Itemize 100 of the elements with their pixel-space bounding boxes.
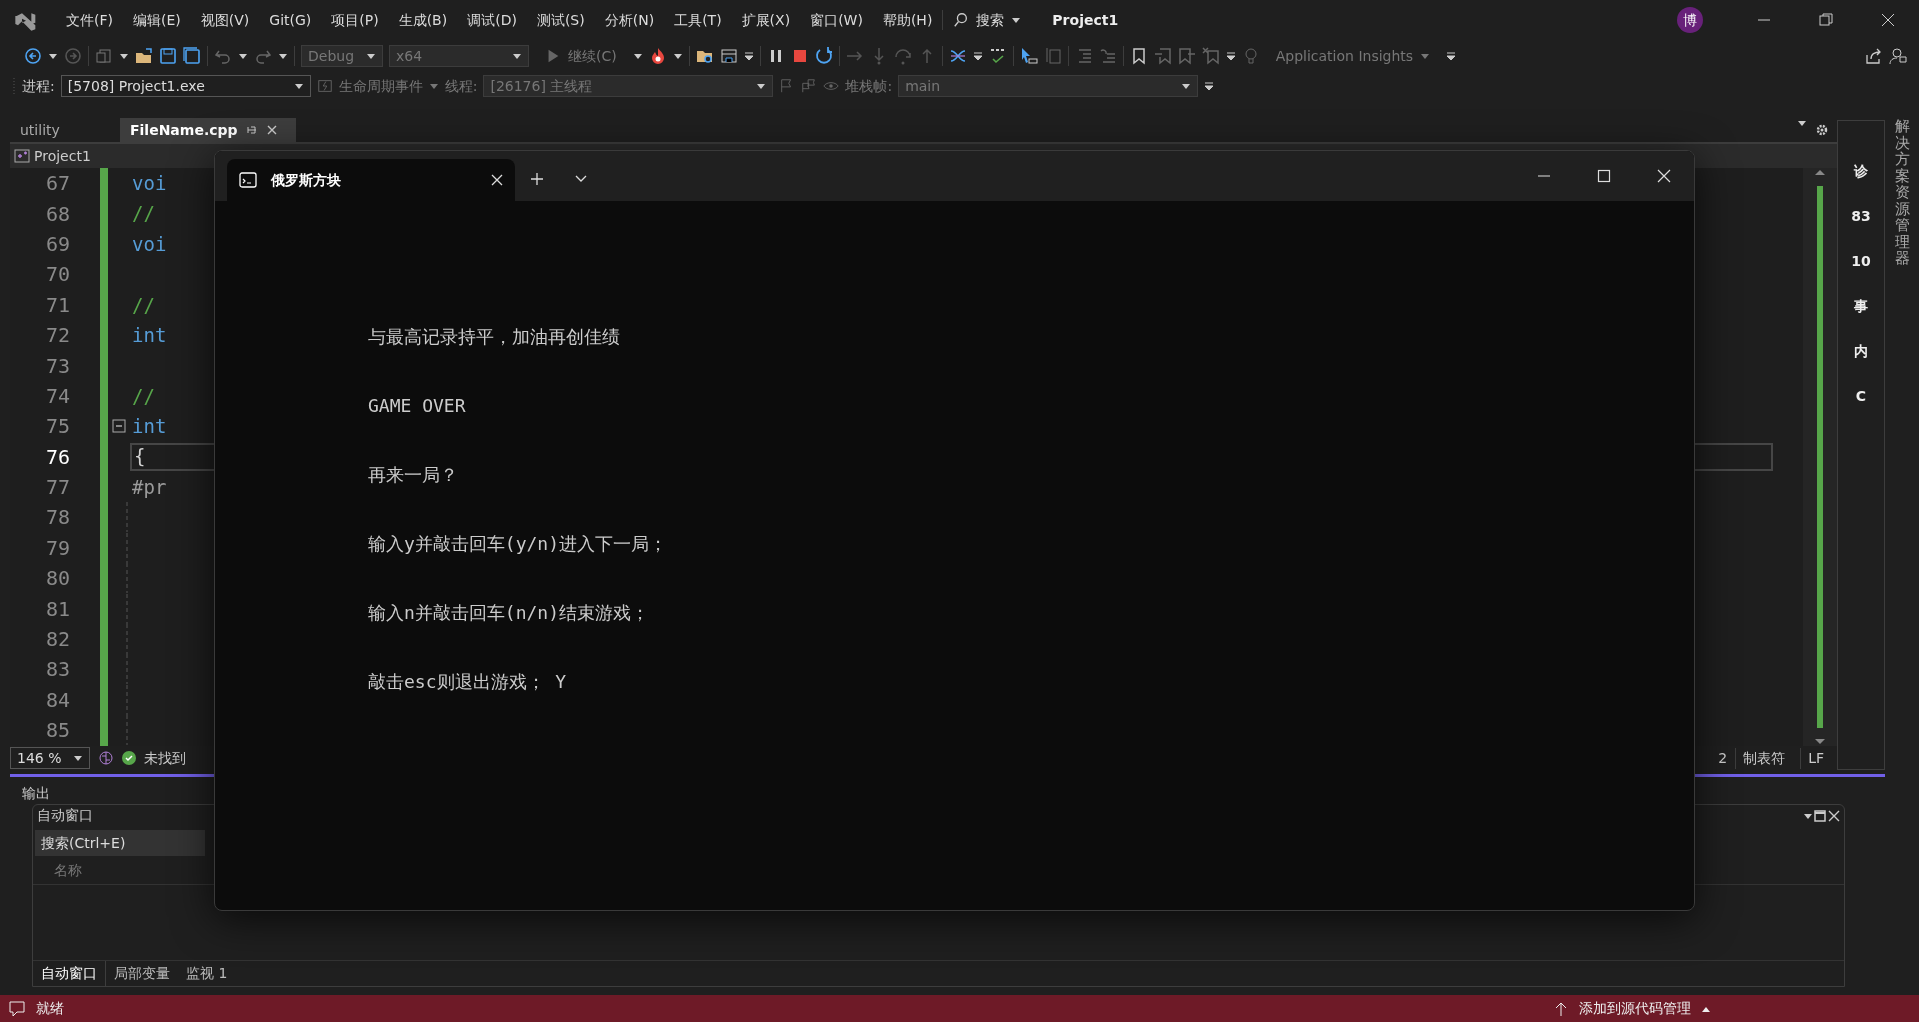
column-indicator[interactable]: 2: [1718, 747, 1728, 769]
bookmark-previous-icon[interactable]: [1153, 47, 1172, 65]
open-folder-icon[interactable]: [135, 47, 153, 65]
process-label: 进程:: [22, 76, 55, 96]
line-number: 69: [44, 230, 70, 258]
panel-title: 输出: [22, 784, 50, 803]
stack-frame-label: 堆栈帧:: [845, 76, 893, 96]
avatar[interactable]: 博: [1677, 7, 1703, 33]
code-text: //: [131, 292, 155, 318]
project-icon: [14, 148, 30, 164]
caret-icon[interactable]: [119, 51, 129, 61]
close-icon: [1657, 169, 1671, 183]
save-icon[interactable]: [159, 47, 177, 65]
restore-icon[interactable]: [1817, 11, 1835, 29]
overflow-icon[interactable]: [1225, 51, 1236, 61]
line-number: 83: [44, 656, 70, 684]
bookmark-clear-icon[interactable]: [1201, 47, 1220, 65]
indent-indicator[interactable]: 制表符: [1735, 747, 1793, 769]
menu-item[interactable]: 编辑(E): [123, 9, 191, 31]
caret-icon: [293, 81, 304, 91]
menu-item[interactable]: 项目(P): [321, 9, 389, 31]
settings-icon[interactable]: [1815, 123, 1829, 137]
menu-item[interactable]: Git(G): [259, 9, 322, 31]
side-tab[interactable]: 解决方案资源管理器: [1894, 118, 1910, 995]
comment-icon[interactable]: [8, 999, 26, 1018]
menu-item[interactable]: 工具(T): [664, 9, 732, 31]
pointer-icon[interactable]: [1019, 47, 1038, 65]
pin-icon[interactable]: [245, 124, 258, 136]
menu-item[interactable]: 文件(F): [56, 9, 123, 31]
overflow-icon[interactable]: [1204, 81, 1215, 91]
code-text: #pr: [131, 474, 167, 500]
document-tab[interactable]: FileName.cpp: [120, 118, 296, 142]
line-number: 80: [44, 565, 70, 593]
menu-item[interactable]: 调试(D): [457, 9, 527, 31]
project-scope-dropdown[interactable]: Project1: [34, 145, 91, 167]
caret-icon[interactable]: [672, 51, 683, 61]
panel-tab[interactable]: 监视 1: [178, 961, 236, 986]
caret-icon: [73, 753, 83, 763]
console-text: 输入y并敲击回车(y/n)进入下一局；: [368, 532, 669, 556]
caret-icon[interactable]: [1011, 15, 1022, 25]
source-control-button[interactable]: 添加到源代码管理: [1579, 998, 1691, 1019]
new-item-icon[interactable]: [95, 47, 113, 65]
caret-icon[interactable]: [48, 51, 58, 61]
terminal-tab[interactable]: 俄罗斯方块: [227, 159, 515, 201]
caret-icon[interactable]: [632, 51, 643, 61]
line-number: 79: [44, 534, 70, 562]
back-icon[interactable]: [24, 47, 42, 65]
console-text: 再来一局？: [368, 463, 459, 487]
feedback-icon[interactable]: [1889, 47, 1907, 65]
panel-tab[interactable]: 局部变量: [106, 961, 178, 986]
thread-label: 线程:: [444, 76, 478, 96]
caret-icon[interactable]: [1797, 118, 1807, 128]
overflow-icon[interactable]: [1446, 51, 1457, 61]
menu-item[interactable]: 测试(S): [526, 9, 595, 31]
code-text: //: [131, 201, 155, 227]
close-icon[interactable]: [1879, 11, 1897, 29]
search-button[interactable]: 搜索: [943, 9, 1032, 31]
maximize-icon[interactable]: [1812, 808, 1827, 823]
close-icon[interactable]: [1826, 808, 1841, 823]
process-dropdown[interactable]: [5708] Project1.exe: [60, 75, 311, 97]
line-number: 67: [44, 170, 70, 198]
terminal-icon: [239, 171, 257, 189]
line-number: 77: [44, 474, 70, 502]
window-icon[interactable]: [719, 47, 738, 65]
console-text: 输入n并敲击回车(n/n)结束游戏；: [368, 601, 651, 625]
search-field[interactable]: 搜索(Ctrl+E): [35, 830, 205, 856]
search-icon[interactable]: [953, 12, 970, 28]
issues-status[interactable]: 未找到: [144, 747, 186, 769]
panel-text: 事: [1854, 297, 1868, 316]
line-number: 81: [44, 595, 70, 623]
restart-icon[interactable]: [814, 47, 833, 65]
menu-item[interactable]: 帮助(H): [872, 9, 943, 31]
continue-button[interactable]: 继续(C): [535, 45, 627, 67]
console-text: GAME OVER: [368, 394, 467, 418]
overflow-icon[interactable]: [743, 51, 754, 61]
maximize-icon: [1597, 169, 1611, 183]
insights-dropdown[interactable]: Application Insights: [1265, 45, 1441, 67]
share-icon[interactable]: [1865, 47, 1883, 65]
menu-item[interactable]: 视图(V): [190, 9, 260, 31]
save-all-icon[interactable]: [183, 47, 201, 65]
line-ending-indicator[interactable]: LF: [1800, 747, 1831, 769]
zoom-dropdown[interactable]: 146 %: [10, 747, 90, 769]
code-text: voi: [131, 231, 167, 257]
menu-item[interactable]: 窗口(W): [800, 9, 873, 31]
code-text: int: [131, 414, 167, 440]
caret-icon[interactable]: [278, 51, 288, 61]
lifecycle-events-button[interactable]: 生命周期事件: [338, 75, 423, 97]
overflow-icon[interactable]: [972, 51, 983, 61]
close-icon[interactable]: [491, 174, 503, 186]
bookmark-next-icon[interactable]: [1177, 47, 1196, 65]
caret-icon: [366, 51, 376, 61]
menu-item[interactable]: 分析(N): [594, 9, 665, 31]
threads-icon[interactable]: [948, 47, 967, 65]
caret-icon[interactable]: [238, 51, 248, 61]
menu-item[interactable]: 扩展(X): [731, 9, 801, 31]
document-tab[interactable]: utility: [10, 118, 120, 142]
close-icon[interactable]: [265, 124, 278, 136]
collapse-icon[interactable]: [112, 419, 126, 434]
menu-item[interactable]: 生成(B): [388, 9, 458, 31]
spell-check-icon[interactable]: [988, 47, 1007, 65]
